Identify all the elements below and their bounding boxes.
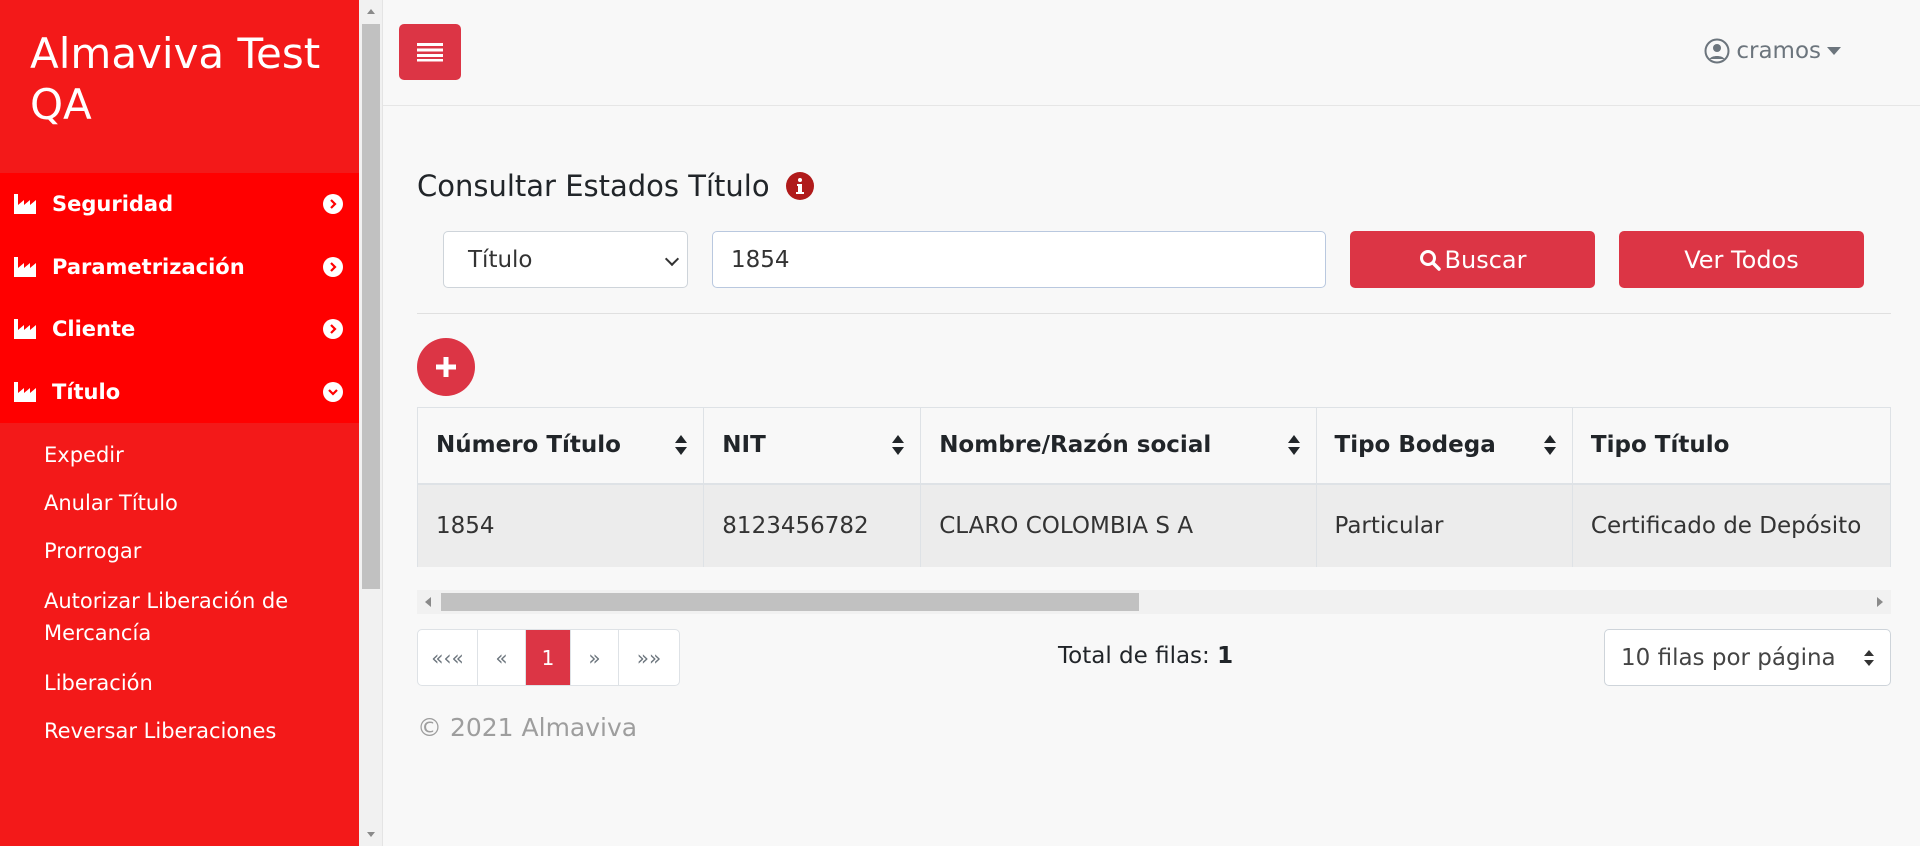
sort-updown-icon [1864, 649, 1874, 666]
chevron-down-icon [664, 251, 680, 267]
cell-numero-titulo: 1854 [417, 483, 705, 567]
sidebar-scrollbar[interactable] [359, 0, 383, 846]
page-first-button[interactable]: «‹« [418, 630, 478, 685]
page-last-button[interactable]: »» [619, 630, 679, 685]
page-current-button[interactable]: 1 [526, 630, 571, 685]
page-next-button[interactable]: » [571, 630, 619, 685]
filter-type-selected: Título [468, 246, 533, 273]
search-button[interactable]: Buscar [1350, 231, 1595, 288]
page-title: Consultar Estados Título [417, 169, 814, 203]
page-prev-button[interactable]: « [478, 630, 526, 685]
results-table: Número Título NIT Nombre/Razón social Ti… [417, 407, 1891, 567]
chevron-right-icon [323, 256, 343, 277]
user-circle-icon [1704, 38, 1730, 64]
page-title-text: Consultar Estados Título [417, 169, 770, 203]
top-navbar: cramos [383, 0, 1920, 106]
cell-tipo-titulo: Certificado de Depósito [1571, 483, 1891, 567]
scroll-up-arrow-icon[interactable] [367, 9, 375, 14]
sort-icon[interactable] [892, 435, 905, 456]
submenu-item-liberacion[interactable]: Liberación [0, 659, 359, 707]
brand-title: Almaviva Test QA [30, 29, 321, 129]
sidebar-item-titulo[interactable]: Título [0, 361, 359, 424]
total-rows: Total de filas: 1 [1058, 643, 1233, 669]
chevron-right-icon [323, 319, 343, 340]
submenu-item-prorrogar[interactable]: Prorrogar [0, 527, 359, 575]
sidebar-item-parametrizacion[interactable]: Parametrización [0, 236, 359, 299]
sidebar-item-seguridad[interactable]: Seguridad [0, 173, 359, 236]
search-icon [1419, 249, 1441, 271]
submenu-item-expedir[interactable]: Expedir [0, 431, 359, 479]
user-menu[interactable]: cramos [1704, 38, 1841, 64]
scroll-right-arrow-icon[interactable] [1877, 597, 1883, 607]
scrollbar-thumb[interactable] [362, 24, 380, 589]
sort-icon[interactable] [1287, 435, 1300, 456]
chevron-right-icon [323, 194, 343, 215]
factory-icon [14, 381, 36, 402]
table-horizontal-scrollbar[interactable] [417, 590, 1891, 614]
submenu-item-reversar-liberaciones[interactable]: Reversar Liberaciones [0, 707, 359, 755]
cell-nit: 8123456782 [703, 483, 922, 567]
view-all-button-label: Ver Todos [1684, 245, 1799, 274]
username: cramos [1736, 38, 1821, 64]
chevron-down-icon [323, 381, 343, 402]
pagination: «‹« « 1 » »» [417, 629, 680, 686]
factory-icon [14, 194, 36, 215]
sidebar: Almaviva Test QA Seguridad Parametrizaci… [0, 0, 359, 846]
factory-icon [14, 319, 36, 340]
list-icon [417, 43, 443, 62]
footer-copyright: © 2021 Almaviva [417, 713, 638, 742]
sidebar-item-label: Cliente [52, 317, 136, 342]
sidebar-item-label: Seguridad [52, 192, 174, 217]
total-rows-value: 1 [1217, 643, 1234, 669]
divider [417, 313, 1891, 314]
sort-icon[interactable] [1543, 435, 1556, 456]
column-header-numero-titulo[interactable]: Número Título [417, 407, 705, 485]
rows-per-page-select[interactable]: 10 filas por página [1604, 629, 1891, 686]
scroll-down-arrow-icon[interactable] [367, 832, 375, 837]
factory-icon [14, 256, 36, 277]
main-content: Consultar Estados Título Título Buscar V… [383, 107, 1920, 846]
total-rows-label: Total de filas: [1058, 643, 1210, 669]
sidebar-item-label: Parametrización [52, 254, 245, 279]
sidebar-item-label: Título [52, 379, 121, 404]
search-button-label: Buscar [1444, 245, 1527, 274]
table-header-row: Número Título NIT Nombre/Razón social Ti… [417, 407, 1891, 485]
column-header-tipo-bodega[interactable]: Tipo Bodega [1315, 407, 1573, 485]
filter-type-select[interactable]: Título [443, 231, 688, 288]
view-all-button[interactable]: Ver Todos [1619, 231, 1864, 288]
cell-nombre: CLARO COLOMBIA S A [920, 483, 1317, 567]
results-table-wrapper: Número Título NIT Nombre/Razón social Ti… [417, 407, 1891, 567]
scroll-left-arrow-icon[interactable] [425, 597, 431, 607]
table-row[interactable]: 1854 8123456782 CLARO COLOMBIA S A Parti… [417, 483, 1891, 567]
submenu-titulo: Expedir Anular Título Prorrogar Autoriza… [0, 423, 359, 755]
scrollbar-thumb[interactable] [441, 593, 1139, 611]
sidebar-item-cliente[interactable]: Cliente [0, 298, 359, 361]
column-header-tipo-titulo[interactable]: Tipo Título [1571, 407, 1891, 485]
sidebar-menu: Seguridad Parametrización Cliente Título [0, 173, 359, 423]
plus-icon [436, 357, 456, 377]
column-header-nombre[interactable]: Nombre/Razón social [920, 407, 1317, 485]
info-icon[interactable] [785, 172, 814, 200]
search-input[interactable] [712, 231, 1326, 288]
submenu-item-autorizar-liberacion[interactable]: Autorizar Liberación de Mercancía [0, 575, 359, 659]
cell-tipo-bodega: Particular [1315, 483, 1573, 567]
caret-down-icon [1827, 47, 1841, 55]
sidebar-toggle-button[interactable] [399, 24, 461, 80]
column-header-nit[interactable]: NIT [703, 407, 922, 485]
submenu-item-anular-titulo[interactable]: Anular Título [0, 479, 359, 527]
rows-per-page-value: 10 filas por página [1621, 644, 1836, 671]
sort-icon[interactable] [675, 435, 688, 456]
add-button[interactable] [417, 338, 475, 396]
